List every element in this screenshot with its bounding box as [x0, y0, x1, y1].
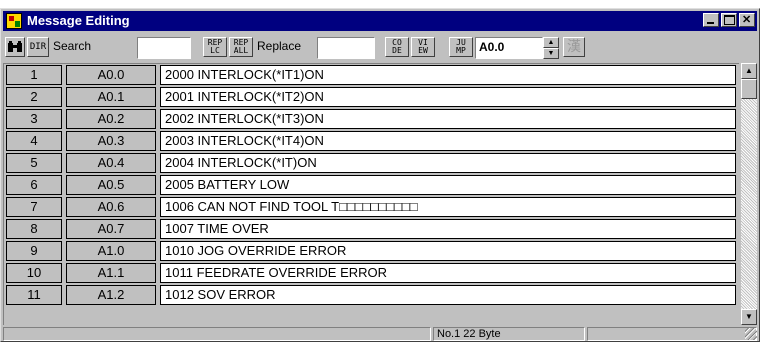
- app-icon: [6, 13, 22, 29]
- row-message[interactable]: 1011 FEEDRATE OVERRIDE ERROR: [160, 263, 736, 283]
- row-number: 3: [6, 109, 62, 129]
- row-number: 9: [6, 241, 62, 261]
- table-row[interactable]: 7 A0.6 1006 CAN NOT FIND TOOL T□□□□□□□□□…: [4, 196, 738, 218]
- search-input[interactable]: [137, 37, 191, 59]
- status-position: No.1 22 Byte: [433, 327, 585, 341]
- row-address: A1.2: [66, 285, 156, 305]
- minimize-button[interactable]: [703, 13, 719, 27]
- row-address: A1.1: [66, 263, 156, 283]
- row-address: A0.3: [66, 131, 156, 151]
- row-number: 7: [6, 197, 62, 217]
- table-row[interactable]: 4 A0.3 2003 INTERLOCK(*IT4)ON: [4, 130, 738, 152]
- title-bar[interactable]: Message Editing: [3, 11, 757, 31]
- address-spinner[interactable]: ▲ ▼: [543, 37, 559, 59]
- status-pane-right: [587, 327, 757, 341]
- row-message[interactable]: 2000 INTERLOCK(*IT1)ON: [160, 65, 736, 85]
- row-number: 4: [6, 131, 62, 151]
- row-number: 8: [6, 219, 62, 239]
- row-message[interactable]: 1007 TIME OVER: [160, 219, 736, 239]
- scroll-up-icon[interactable]: ▲: [741, 63, 757, 79]
- table-row[interactable]: 3 A0.2 2002 INTERLOCK(*IT3)ON: [4, 108, 738, 130]
- row-address: A0.0: [66, 65, 156, 85]
- table-row[interactable]: 11 A1.2 1012 SOV ERROR: [4, 284, 738, 306]
- rep-lc-button[interactable]: REP LC: [203, 37, 227, 57]
- row-message[interactable]: 1006 CAN NOT FIND TOOL T□□□□□□□□□□: [160, 197, 736, 217]
- row-address: A0.5: [66, 175, 156, 195]
- row-message[interactable]: 2003 INTERLOCK(*IT4)ON: [160, 131, 736, 151]
- row-number: 11: [6, 285, 62, 305]
- replace-input[interactable]: [317, 37, 375, 59]
- row-message[interactable]: 2005 BATTERY LOW: [160, 175, 736, 195]
- scroll-down-icon[interactable]: ▼: [741, 309, 757, 325]
- jump-button[interactable]: JU MP: [449, 37, 473, 57]
- spin-down-icon[interactable]: ▼: [543, 48, 559, 59]
- row-number: 5: [6, 153, 62, 173]
- row-address: A0.4: [66, 153, 156, 173]
- dir-button-label: DIR: [29, 42, 47, 52]
- view-button[interactable]: VI EW: [411, 37, 435, 57]
- row-address: A0.2: [66, 109, 156, 129]
- binoculars-search-button[interactable]: [5, 37, 25, 57]
- kanji-button[interactable]: 漢: [563, 37, 585, 57]
- scroll-thumb[interactable]: [741, 79, 757, 99]
- binoculars-icon: [8, 41, 22, 52]
- dir-button[interactable]: DIR: [27, 37, 49, 57]
- row-message[interactable]: 1012 SOV ERROR: [160, 285, 736, 305]
- spin-up-icon[interactable]: ▲: [543, 37, 559, 48]
- row-message[interactable]: 1010 JOG OVERRIDE ERROR: [160, 241, 736, 261]
- row-number: 10: [6, 263, 62, 283]
- message-table: 1 A0.0 2000 INTERLOCK(*IT1)ON 2 A0.1 200…: [3, 63, 739, 325]
- toolbar: DIR Search REP LC REP ALL Replace CO DE …: [3, 33, 757, 61]
- row-message[interactable]: 2002 INTERLOCK(*IT3)ON: [160, 109, 736, 129]
- table-row[interactable]: 5 A0.4 2004 INTERLOCK(*IT)ON: [4, 152, 738, 174]
- window-title: Message Editing: [27, 13, 130, 28]
- row-number: 6: [6, 175, 62, 195]
- search-label: Search: [53, 39, 92, 53]
- rep-all-button[interactable]: REP ALL: [229, 37, 253, 57]
- close-button[interactable]: [739, 13, 755, 27]
- table-row[interactable]: 2 A0.1 2001 INTERLOCK(*IT2)ON: [4, 86, 738, 108]
- message-editing-window: Message Editing DIR Search REP LC REP: [0, 8, 760, 342]
- row-message[interactable]: 2001 INTERLOCK(*IT2)ON: [160, 87, 736, 107]
- maximize-button[interactable]: [721, 13, 737, 27]
- table-row[interactable]: 8 A0.7 1007 TIME OVER: [4, 218, 738, 240]
- row-number: 1: [6, 65, 62, 85]
- row-address: A1.0: [66, 241, 156, 261]
- table-row[interactable]: 1 A0.0 2000 INTERLOCK(*IT1)ON: [4, 64, 738, 86]
- resize-grip-icon[interactable]: [745, 328, 757, 340]
- replace-label: Replace: [257, 39, 302, 53]
- row-number: 2: [6, 87, 62, 107]
- table-row[interactable]: 6 A0.5 2005 BATTERY LOW: [4, 174, 738, 196]
- row-message[interactable]: 2004 INTERLOCK(*IT)ON: [160, 153, 736, 173]
- code-button[interactable]: CO DE: [385, 37, 409, 57]
- row-address: A0.6: [66, 197, 156, 217]
- table-row[interactable]: 10 A1.1 1011 FEEDRATE OVERRIDE ERROR: [4, 262, 738, 284]
- address-input[interactable]: A0.0: [475, 37, 543, 59]
- row-address: A0.1: [66, 87, 156, 107]
- status-bar: No.1 22 Byte: [3, 327, 759, 341]
- table-row[interactable]: 9 A1.0 1010 JOG OVERRIDE ERROR: [4, 240, 738, 262]
- vertical-scrollbar[interactable]: ▲ ▼: [741, 63, 757, 325]
- row-address: A0.7: [66, 219, 156, 239]
- status-pane-left: [3, 327, 431, 341]
